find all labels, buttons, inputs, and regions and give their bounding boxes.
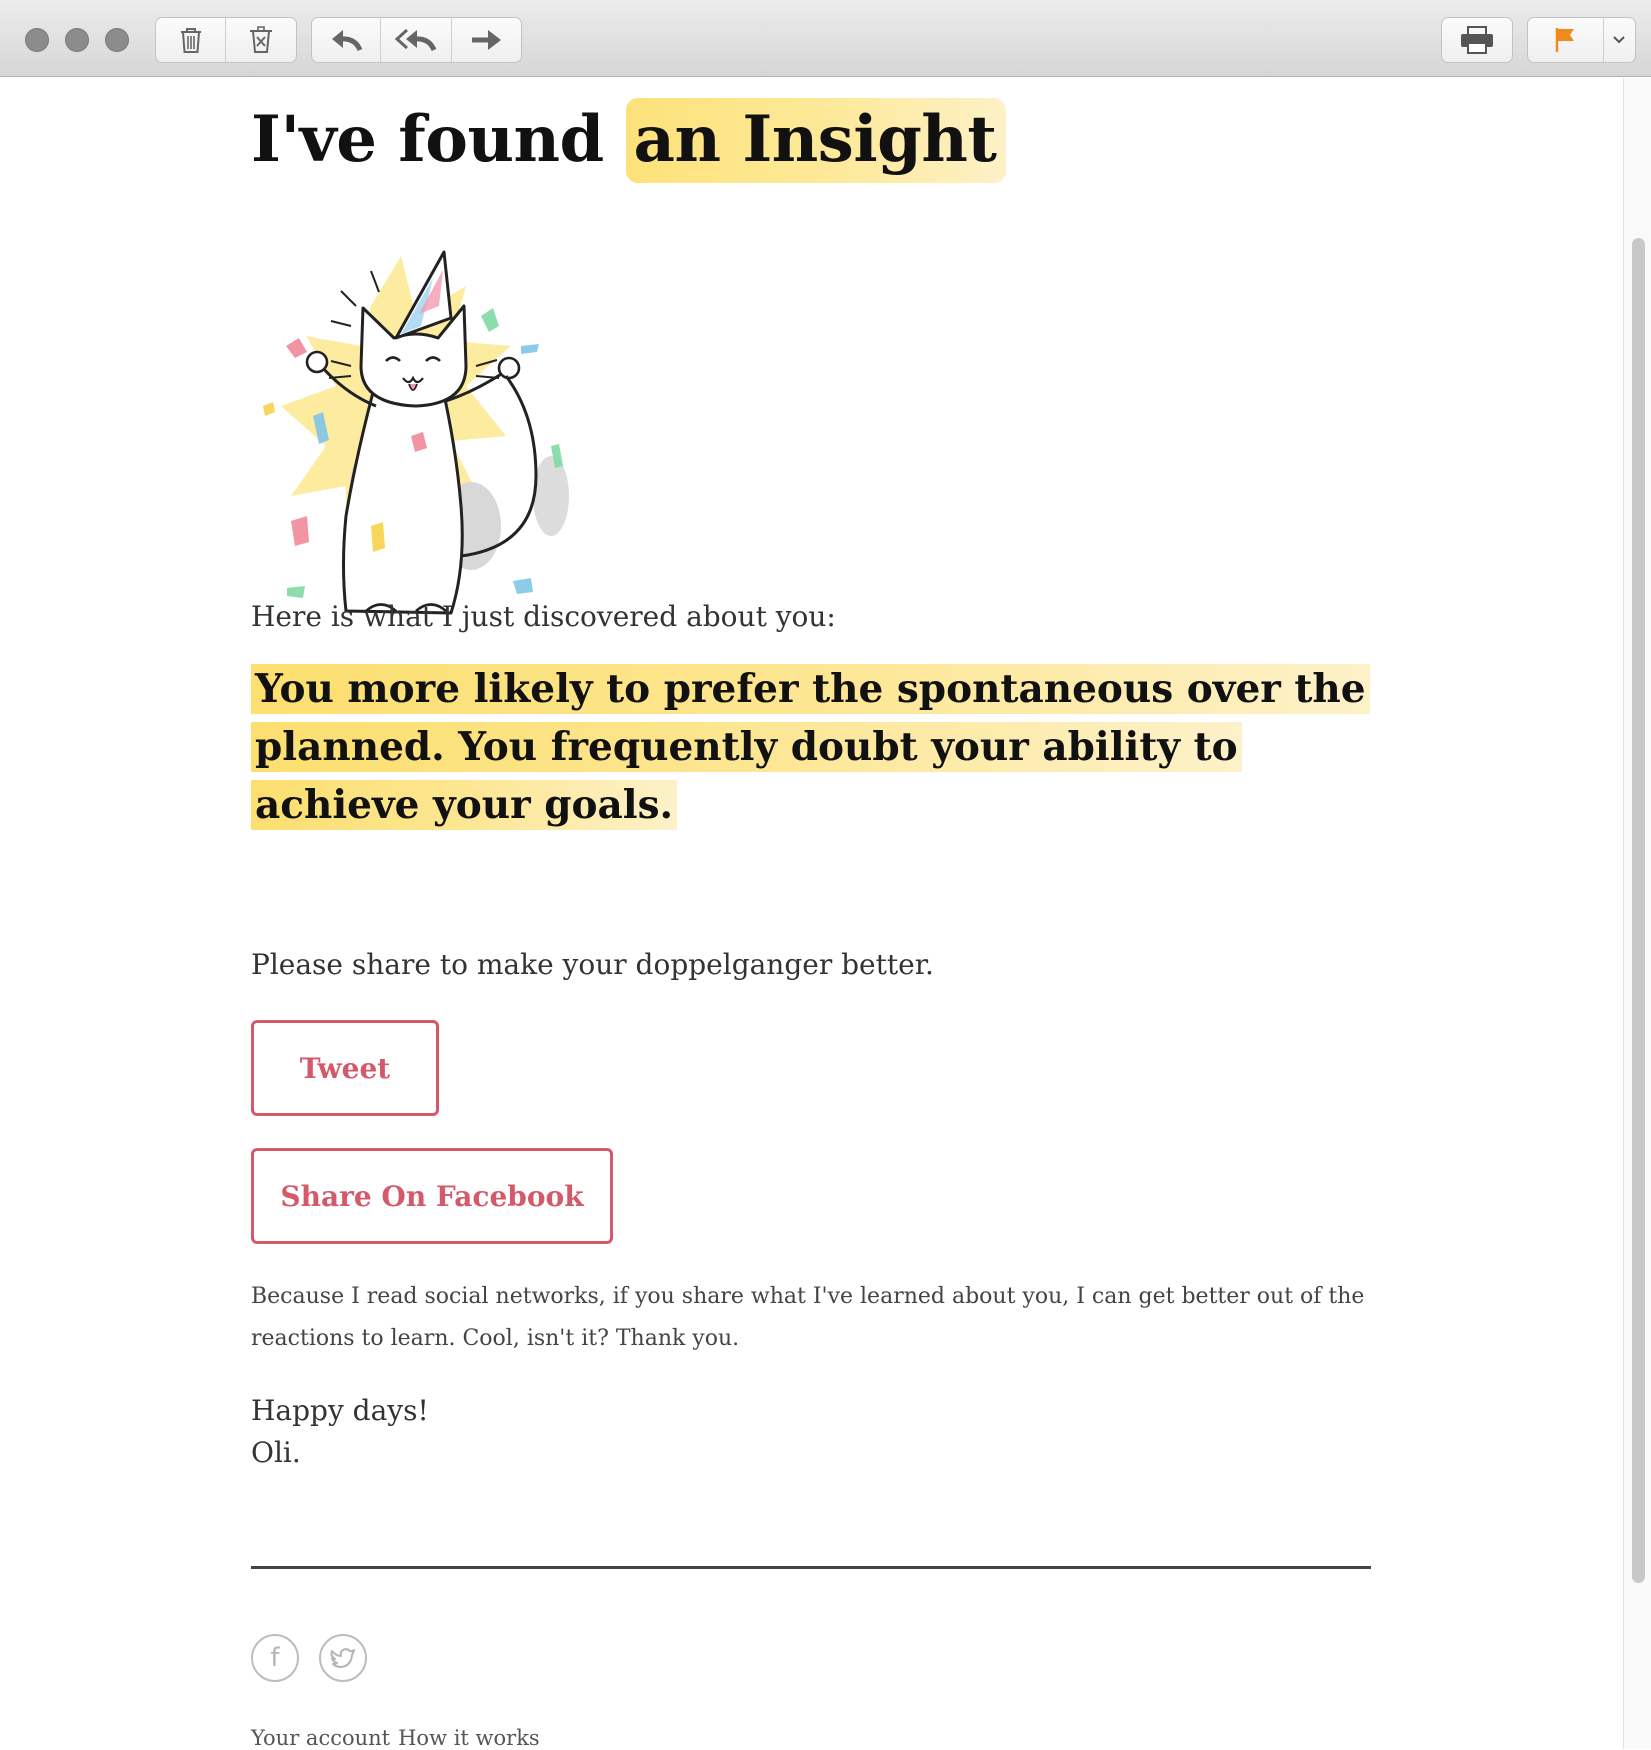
facebook-icon: f: [270, 1643, 280, 1673]
twitter-link[interactable]: [319, 1634, 367, 1682]
print-button-group: [1441, 17, 1513, 63]
flag-button[interactable]: [1528, 18, 1604, 62]
flag-menu-button[interactable]: [1604, 18, 1635, 62]
junk-icon: [250, 26, 272, 53]
footer-divider: [251, 1566, 1371, 1569]
reply-all-icon: [395, 28, 437, 52]
share-explanation: Because I read social networks, if you s…: [251, 1284, 1365, 1351]
zoom-window-button[interactable]: [105, 28, 129, 52]
email-title: I've found an Insight: [251, 98, 1007, 183]
reply-all-button[interactable]: [381, 18, 452, 62]
title-prefix: I've found: [251, 102, 604, 177]
reply-button[interactable]: [312, 18, 382, 62]
reply-icon: [332, 30, 363, 52]
insight-highlight: You more likely to prefer the spontaneou…: [251, 664, 1370, 830]
junk-button[interactable]: [226, 18, 296, 62]
print-button[interactable]: [1442, 18, 1512, 62]
scrollbar-track[interactable]: [1623, 78, 1651, 1749]
footer-link-how-it-works[interactable]: How it works: [398, 1726, 540, 1750]
scrollbar-thumb[interactable]: [1632, 238, 1645, 1583]
tweet-button[interactable]: Tweet: [251, 1020, 439, 1116]
share-prompt: Please share to make your doppelganger b…: [251, 948, 934, 981]
trash-button[interactable]: [156, 18, 226, 62]
flag-button-group: [1527, 17, 1636, 63]
footer-links: Your account How it works: [251, 1726, 548, 1750]
mail-toolbar: [0, 0, 1651, 77]
insight-text: You more likely to prefer the spontaneou…: [251, 660, 1371, 834]
flag-icon: [1556, 28, 1575, 52]
signoff: Happy days! Oli.: [251, 1390, 429, 1474]
celebrating-cat-illustration: [263, 250, 569, 615]
signoff-greeting: Happy days!: [251, 1394, 429, 1427]
reply-button-group: [311, 17, 522, 63]
intro-text: Here is what I just discovered about you…: [251, 600, 836, 633]
trash-icon: [180, 28, 201, 53]
twitter-icon: [330, 1648, 355, 1668]
close-window-button[interactable]: [25, 28, 49, 52]
share-facebook-button[interactable]: Share On Facebook: [251, 1148, 613, 1244]
facebook-link[interactable]: f: [251, 1634, 299, 1682]
forward-icon: [472, 30, 502, 50]
footer-link-account[interactable]: Your account: [251, 1726, 390, 1750]
delete-button-group: [155, 17, 297, 63]
chevron-down-icon: [1613, 36, 1626, 44]
signoff-name: Oli.: [251, 1436, 301, 1469]
title-highlight: an Insight: [625, 98, 1007, 183]
print-icon: [1461, 26, 1493, 54]
minimize-window-button[interactable]: [65, 28, 89, 52]
forward-button[interactable]: [452, 18, 521, 62]
